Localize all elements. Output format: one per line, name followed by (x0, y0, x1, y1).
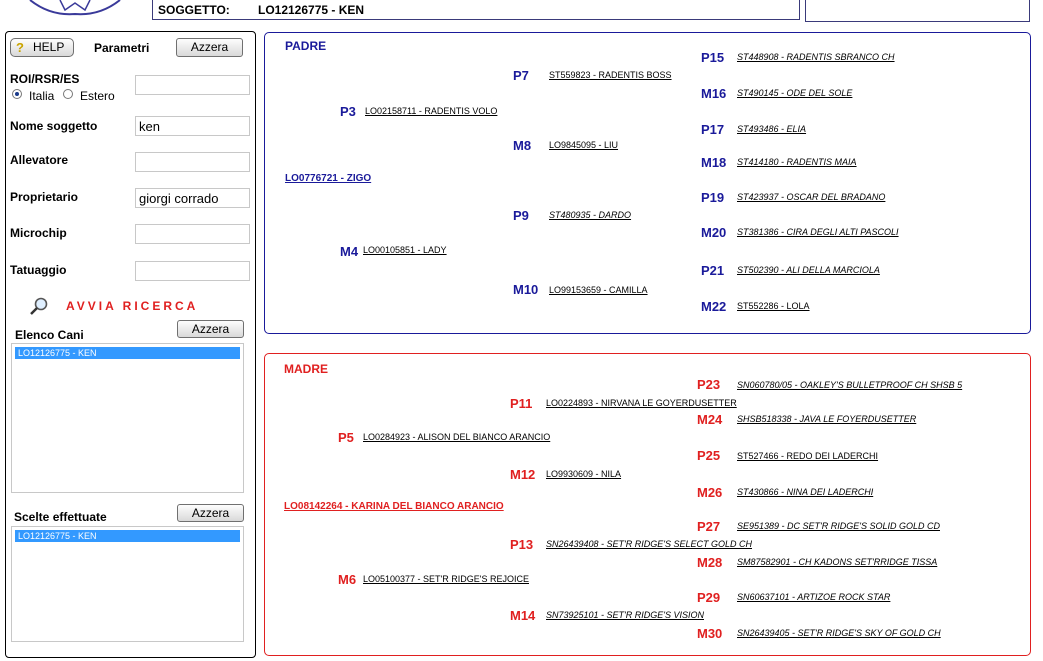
p7-link[interactable]: ST559823 - RADENTIS BOSS (549, 70, 672, 80)
m24-link[interactable]: SHSB518338 - JAVA LE FOYERDUSETTER (737, 414, 916, 424)
radio-italia-label: Italia (29, 89, 55, 103)
subject-value: LO12126775 - KEN (258, 3, 365, 17)
reset-dogs-button[interactable]: Azzera (177, 320, 244, 338)
p21-link[interactable]: ST502390 - ALI DELLA MARCIOLA (737, 265, 880, 275)
p9-link[interactable]: ST480935 - DARDO (549, 210, 631, 220)
p21-code: P21 (701, 263, 725, 278)
name-input[interactable] (135, 116, 250, 136)
p27-link[interactable]: SE951389 - DC SET'R RIDGE'S SOLID GOLD C… (737, 521, 940, 531)
m14-link[interactable]: SN73925101 - SET'R RIDGE'S VISION (546, 610, 704, 620)
m28-code: M28 (697, 555, 723, 570)
m8-link[interactable]: LO9845095 - LIU (549, 140, 618, 150)
radio-italia[interactable] (12, 89, 22, 99)
subject-box (152, 0, 800, 20)
p5-code: P5 (338, 430, 354, 445)
chip-input[interactable] (135, 224, 250, 244)
m24-code: M24 (697, 412, 723, 427)
roi-input[interactable] (135, 75, 250, 95)
dogs-list-title: Elenco Cani (15, 328, 84, 342)
p7-code: P7 (513, 68, 529, 83)
p15-code: P15 (701, 50, 725, 65)
tattoo-label: Tatuaggio (10, 263, 67, 277)
m26-code: M26 (697, 485, 723, 500)
m4-code: M4 (340, 244, 359, 259)
header-right-box (805, 0, 1030, 22)
list-item[interactable]: LO12126775 - KEN (15, 530, 240, 542)
name-label: Nome soggetto (10, 119, 98, 133)
m18-code: M18 (701, 155, 727, 170)
subject-label: SOGGETTO: (158, 3, 230, 17)
p13-code: P13 (510, 537, 534, 552)
p23-link[interactable]: SN060780/05 - OAKLEY'S BULLETPROOF CH SH… (737, 380, 962, 390)
m12-link[interactable]: LO9930609 - NILA (546, 469, 621, 479)
logo (29, 0, 121, 16)
params-title: Parametri (94, 41, 150, 55)
search-button[interactable]: AVVIA RICERCA (66, 299, 198, 313)
search-icon[interactable] (28, 297, 50, 315)
help-button-label: HELP (33, 40, 65, 54)
m10-link[interactable]: LO99153659 - CAMILLA (549, 285, 648, 295)
m20-link[interactable]: ST381386 - CIRA DEGLI ALTI PASCOLI (737, 227, 899, 237)
p9-code: P9 (513, 208, 529, 223)
p27-code: P27 (697, 519, 721, 534)
p25-code: P25 (697, 448, 721, 463)
m10-code: M10 (513, 282, 539, 297)
m12-code: M12 (510, 467, 536, 482)
p13-link[interactable]: SN26439408 - SET'R RIDGE'S SELECT GOLD C… (546, 539, 752, 549)
m22-code: M22 (701, 299, 727, 314)
p29-link[interactable]: SN60637101 - ARTIZOE ROCK STAR (737, 592, 890, 602)
m20-code: M20 (701, 225, 727, 240)
dogs-listbox[interactable]: LO12126775 - KEN (11, 343, 244, 493)
mother-title: MADRE (284, 362, 328, 376)
father-root-link[interactable]: LO0776721 - ZIGO (285, 173, 371, 184)
help-button[interactable]: ? HELP (10, 38, 74, 57)
p25-link[interactable]: ST527466 - REDO DEI LADERCHI (737, 451, 878, 461)
m6-code: M6 (338, 572, 357, 587)
choices-listbox[interactable]: LO12126775 - KEN (11, 526, 244, 642)
mother-root-link[interactable]: LO08142264 - KARINA DEL BIANCO ARANCIO (284, 501, 504, 512)
m14-code: M14 (510, 608, 536, 623)
list-item[interactable]: LO12126775 - KEN (15, 347, 240, 359)
m30-link[interactable]: SN26439405 - SET'R RIDGE'S SKY OF GOLD C… (737, 628, 941, 638)
p23-code: P23 (697, 377, 721, 392)
tattoo-input[interactable] (135, 261, 250, 281)
p15-link[interactable]: ST448908 - RADENTIS SBRANCO CH (737, 52, 895, 62)
reset-choices-button[interactable]: Azzera (177, 504, 244, 522)
p11-code: P11 (510, 396, 533, 411)
breeder-label: Allevatore (10, 153, 69, 167)
father-title: PADRE (285, 39, 327, 53)
m4-link[interactable]: LO00105851 - LADY (363, 245, 447, 255)
p3-code: P3 (340, 104, 356, 119)
p17-link[interactable]: ST493486 - ELIA (737, 124, 806, 134)
m30-code: M30 (697, 626, 723, 641)
m16-link[interactable]: ST490145 - ODE DEL SOLE (737, 88, 852, 98)
m8-code: M8 (513, 138, 532, 153)
m16-code: M16 (701, 86, 727, 101)
owner-label: Proprietario (10, 190, 79, 204)
radio-estero-label: Estero (80, 89, 115, 103)
m6-link[interactable]: LO05100377 - SET'R RIDGE'S REJOICE (363, 574, 529, 584)
owner-input[interactable] (135, 188, 250, 208)
p5-link[interactable]: LO0284923 - ALISON DEL BIANCO ARANCIO (363, 432, 550, 442)
m18-link[interactable]: ST414180 - RADENTIS MAIA (737, 157, 857, 167)
radio-estero[interactable] (63, 89, 73, 99)
p19-link[interactable]: ST423937 - OSCAR DEL BRADANO (737, 192, 885, 202)
m26-link[interactable]: ST430866 - NINA DEI LADERCHI (737, 487, 873, 497)
p29-code: P29 (697, 590, 721, 605)
help-icon: ? (16, 40, 24, 55)
m28-link[interactable]: SM87582901 - CH KADONS SET'RRIDGE TISSA (737, 557, 937, 567)
p11-link[interactable]: LO0224893 - NIRVANA LE GOYERDUSETTER (546, 398, 737, 408)
breeder-input[interactable] (135, 152, 250, 172)
chip-label: Microchip (10, 226, 67, 240)
reset-params-button[interactable]: Azzera (176, 38, 243, 57)
m22-link[interactable]: ST552286 - LOLA (737, 301, 810, 311)
choices-title: Scelte effettuate (14, 510, 107, 524)
p19-code: P19 (701, 190, 725, 205)
roi-label: ROI/RSR/ES (10, 72, 80, 86)
p3-link[interactable]: LO02158711 - RADENTIS VOLO (365, 106, 497, 116)
p17-code: P17 (701, 122, 725, 137)
